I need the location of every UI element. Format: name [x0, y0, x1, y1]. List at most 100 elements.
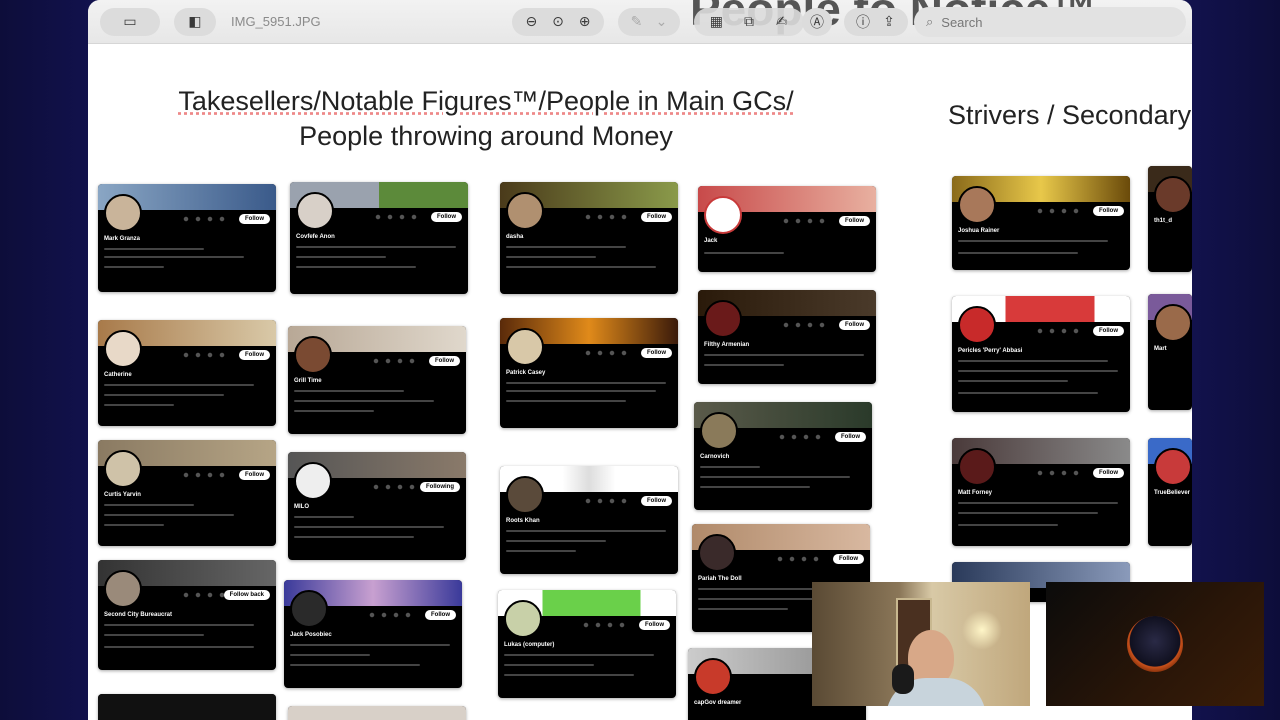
- bio-line: [958, 380, 1068, 382]
- action-icons[interactable]: [180, 351, 228, 359]
- microphone-icon: [892, 664, 914, 694]
- accessibility-button[interactable]: Ⓐ: [802, 8, 832, 36]
- profile-card[interactable]: [98, 694, 276, 720]
- follow-button[interactable]: Follow: [1093, 326, 1124, 336]
- profile-card[interactable]: Follow Carnovich: [694, 402, 872, 510]
- search-field[interactable]: ⌕ Search: [914, 7, 1186, 37]
- profile-card[interactable]: Follow Lukas (computer): [498, 590, 676, 698]
- action-icons[interactable]: [582, 349, 630, 357]
- avatar: [704, 196, 742, 234]
- bio-line: [296, 246, 456, 248]
- follow-button[interactable]: Follow: [641, 212, 672, 222]
- profile-card[interactable]: Follow Catherine: [98, 320, 276, 426]
- follow-button[interactable]: Follow: [839, 216, 870, 226]
- profile-card[interactable]: Follow Joshua Rainer: [952, 176, 1130, 270]
- zoom-controls[interactable]: ⊖ ⊙ ⊕: [512, 8, 604, 36]
- bio-line: [294, 526, 444, 528]
- avatar: [958, 306, 996, 344]
- action-icons[interactable]: [580, 621, 628, 629]
- action-icons[interactable]: [1034, 469, 1082, 477]
- profile-card[interactable]: [288, 706, 466, 720]
- action-icons[interactable]: [1034, 327, 1082, 335]
- markup-pen-icon: ✎: [630, 14, 643, 30]
- action-icons[interactable]: [370, 483, 418, 491]
- bio-line: [294, 410, 374, 412]
- profile-card[interactable]: Follow Pericles 'Perry' Abbasi: [952, 296, 1130, 412]
- action-icons[interactable]: [776, 433, 824, 441]
- action-icons[interactable]: [180, 215, 228, 223]
- action-icons[interactable]: [180, 591, 228, 599]
- profile-card[interactable]: Follow Patrick Casey: [500, 318, 678, 428]
- view-mode-icon: ◧: [188, 14, 202, 30]
- share-icon[interactable]: ⇪: [878, 14, 900, 30]
- markup-button[interactable]: ✎ ⌄: [618, 8, 680, 36]
- follow-button[interactable]: Follow: [1093, 468, 1124, 478]
- profile-card[interactable]: Follow Covfefe Anon: [290, 182, 468, 294]
- action-icons[interactable]: [372, 213, 420, 221]
- follow-button[interactable]: Follow: [239, 350, 270, 360]
- follow-button[interactable]: Follow: [639, 620, 670, 630]
- channel-logo-overlay: [1046, 582, 1264, 706]
- profile-card[interactable]: Follow dasha: [500, 182, 678, 294]
- follow-button[interactable]: Follow: [239, 214, 270, 224]
- profile-card[interactable]: Mart: [1148, 294, 1192, 410]
- follow-button[interactable]: Follow: [425, 610, 456, 620]
- profile-card[interactable]: Follow Filthy Armenian: [698, 290, 876, 384]
- profile-card[interactable]: Follow Jack Posobiec: [284, 580, 462, 688]
- edit-tools[interactable]: ▦ ⧉ ✍: [694, 8, 804, 36]
- profile-name: capGov dreamer: [694, 700, 742, 706]
- profile-card[interactable]: Follow Matt Forney: [952, 438, 1130, 546]
- profile-name: Roots Khan: [506, 518, 540, 524]
- profile-card[interactable]: TrueBeliever: [1148, 438, 1192, 546]
- action-icons[interactable]: [366, 611, 414, 619]
- bio-line: [506, 540, 606, 542]
- annotate-icon[interactable]: ✍: [771, 14, 793, 30]
- follow-button[interactable]: Follow: [641, 496, 672, 506]
- search-icon: ⌕: [926, 14, 934, 29]
- info-share-tools[interactable]: ⓘ ⇪: [844, 8, 908, 36]
- bio-line: [700, 466, 760, 468]
- info-icon[interactable]: ⓘ: [852, 12, 874, 32]
- profile-card[interactable]: Following MILO: [288, 452, 466, 560]
- follow-button[interactable]: Following: [420, 482, 460, 492]
- rotate-icon[interactable]: ⧉: [738, 14, 760, 30]
- profile-card[interactable]: Follow Grill Time: [288, 326, 466, 434]
- view-mode-button[interactable]: ◧: [174, 8, 216, 36]
- bio-line: [506, 530, 666, 532]
- sidebar-toggle-icon: ▭: [123, 14, 137, 30]
- action-icons[interactable]: [780, 321, 828, 329]
- follow-button[interactable]: Follow back: [223, 590, 270, 600]
- follow-button[interactable]: Follow: [429, 356, 460, 366]
- avatar: [958, 448, 996, 486]
- action-icons[interactable]: [180, 471, 228, 479]
- follow-button[interactable]: Follow: [239, 470, 270, 480]
- profile-card[interactable]: Follow back Second City Bureaucrat: [98, 560, 276, 670]
- follow-button[interactable]: Follow: [1093, 206, 1124, 216]
- zoom-in-icon[interactable]: ⊕: [574, 14, 596, 30]
- action-icons[interactable]: [582, 497, 630, 505]
- action-icons[interactable]: [370, 357, 418, 365]
- profile-card[interactable]: Follow Jack: [698, 186, 876, 272]
- avatar: [506, 476, 544, 514]
- profile-card[interactable]: th1t_d: [1148, 166, 1192, 272]
- toolbar: ▭ ◧ IMG_5951.JPG ⊖⊙⊕ ✎⌄ People to Notice…: [88, 0, 1192, 44]
- sidebar-toggle-button[interactable]: ▭: [100, 8, 160, 36]
- zoom-out-icon[interactable]: ⊖: [520, 14, 542, 30]
- zoom-actual-icon[interactable]: ⊙: [547, 14, 569, 30]
- crop-icon[interactable]: ▦: [705, 14, 727, 30]
- follow-button[interactable]: Follow: [835, 432, 866, 442]
- profile-card[interactable]: Follow Curtis Yarvin: [98, 440, 276, 546]
- follow-button[interactable]: Follow: [641, 348, 672, 358]
- bio-line: [504, 674, 634, 676]
- action-icons[interactable]: [1034, 207, 1082, 215]
- profile-name: Carnovich: [700, 454, 730, 460]
- follow-button[interactable]: Follow: [833, 554, 864, 564]
- follow-button[interactable]: Follow: [839, 320, 870, 330]
- action-icons[interactable]: [774, 555, 822, 563]
- bio-line: [296, 266, 416, 268]
- action-icons[interactable]: [582, 213, 630, 221]
- action-icons[interactable]: [780, 217, 828, 225]
- follow-button[interactable]: Follow: [431, 212, 462, 222]
- profile-card[interactable]: Follow Mark Granza: [98, 184, 276, 292]
- profile-card[interactable]: Follow Roots Khan: [500, 466, 678, 574]
